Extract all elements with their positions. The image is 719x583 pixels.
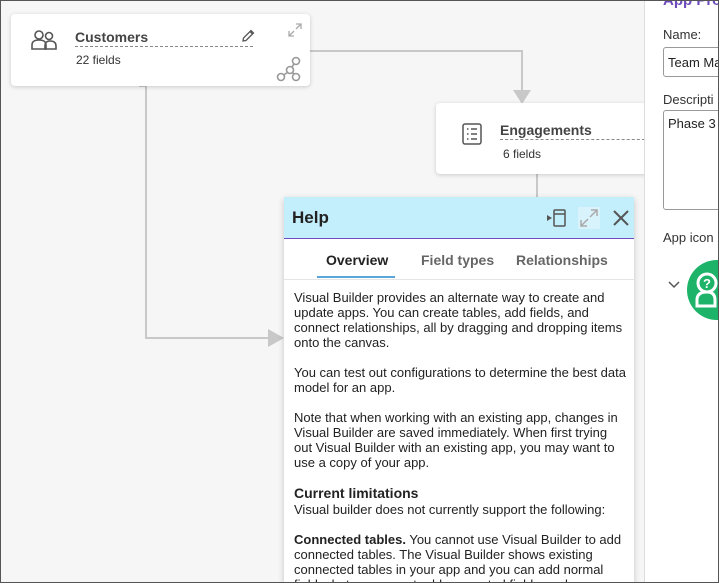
dock-panel-icon[interactable]: [545, 207, 567, 229]
field-count-engagements: 6 fields: [503, 147, 542, 161]
tab-field-types[interactable]: Field types: [421, 252, 494, 268]
help-tabs: Overview Field types Relationships: [284, 239, 634, 280]
properties-heading: App Pro: [663, 0, 719, 9]
tab-relationships[interactable]: Relationships: [516, 252, 608, 268]
limitations-intro: Visual builder does not currently suppor…: [294, 502, 606, 517]
close-icon[interactable]: [610, 207, 632, 229]
name-label: Name:: [663, 27, 702, 42]
limitations-heading: Current limitations: [294, 485, 419, 501]
app-icon-preview[interactable]: ?: [687, 260, 719, 320]
table-name-engagements[interactable]: Engagements: [500, 122, 592, 138]
expand-icon[interactable]: [287, 22, 303, 38]
table-name-customers[interactable]: Customers: [75, 29, 148, 45]
table-card-customers[interactable]: Customers 22 fields: [11, 14, 310, 86]
help-paragraph: Note that when working with an existing …: [294, 410, 618, 470]
help-title: Help: [292, 208, 329, 227]
help-paragraph: You can test out configurations to deter…: [294, 365, 626, 395]
tab-overview[interactable]: Overview: [326, 252, 388, 268]
table-name-underline: [500, 139, 650, 140]
table-name-underline: [75, 46, 253, 47]
help-content: Visual Builder provides an alternate way…: [294, 290, 626, 583]
relationship-icon[interactable]: [276, 56, 302, 82]
connected-tables-label: Connected tables.: [294, 532, 406, 547]
pencil-icon[interactable]: [240, 28, 256, 44]
connector-arrow-right: [268, 329, 284, 347]
active-tab-indicator: [317, 276, 395, 278]
field-count-customers: 22 fields: [76, 53, 121, 67]
app-icon-glyph: ?: [703, 276, 711, 291]
table-card-engagements[interactable]: Engagements 6 fields: [436, 103, 666, 174]
expand-icon[interactable]: [578, 207, 600, 229]
help-header: Help: [284, 197, 634, 239]
app-icon-label: App icon: [663, 230, 714, 245]
help-panel: Help Overview Field types Relationships …: [284, 197, 634, 583]
description-textarea[interactable]: Phase 3 t: [663, 110, 719, 210]
people-icon: [31, 30, 57, 50]
help-paragraph: Visual Builder provides an alternate way…: [294, 290, 623, 350]
connector-customers-engagements: [310, 50, 523, 92]
connector-customers-help: [139, 85, 272, 339]
chevron-down-icon[interactable]: [667, 280, 681, 290]
list-icon: [462, 123, 482, 145]
app-properties-panel: App Pro Name: Team Ma Descripti Phase 3 …: [644, 0, 719, 583]
connector-arrow-down: [513, 90, 531, 104]
app-name-input[interactable]: Team Ma: [663, 47, 719, 77]
description-label: Descripti: [663, 92, 714, 107]
connected-tables-note: Connected tables. You cannot use Visual …: [294, 532, 626, 583]
person-question-icon: ?: [695, 272, 718, 308]
